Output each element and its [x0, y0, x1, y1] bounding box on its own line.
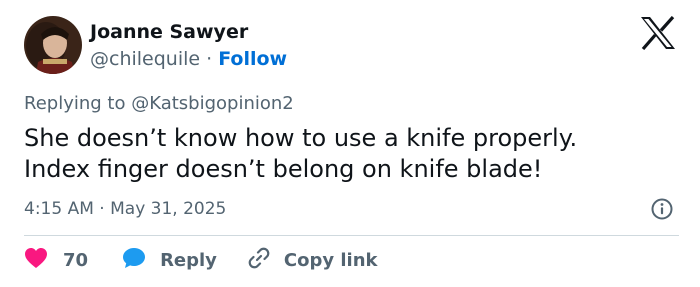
tweet-time: 4:15 AM [24, 199, 94, 219]
action-bar: 70 Reply Copy link [24, 247, 378, 273]
heart-icon [24, 247, 48, 273]
copy-link-button[interactable]: Copy link [247, 246, 378, 274]
like-count: 70 [63, 249, 89, 271]
divider [24, 235, 679, 236]
time-separator: · [93, 199, 111, 219]
follow-button[interactable]: Follow [218, 48, 287, 70]
reply-mention[interactable]: @Katsbigopinion2 [131, 93, 294, 114]
replying-to: Replying to @Katsbigopinion2 [24, 93, 294, 114]
link-icon [247, 246, 271, 274]
timestamp[interactable]: 4:15 AM · May 31, 2025 [24, 199, 226, 219]
speech-bubble-icon [122, 247, 146, 273]
avatar[interactable] [24, 16, 82, 74]
handle-separator: · [200, 48, 219, 70]
tweet-line: She doesn’t know how to use a knife prop… [24, 124, 578, 152]
author-handle-line: @chilequile · Follow [90, 48, 287, 70]
replying-prefix: Replying to [24, 93, 132, 114]
x-logo-icon[interactable] [640, 15, 676, 51]
tweet-date: May 31, 2025 [110, 199, 227, 219]
tweet-text: She doesn’t know how to use a knife prop… [24, 123, 664, 185]
author-handle[interactable]: @chilequile [90, 48, 200, 70]
info-icon[interactable] [651, 198, 673, 220]
reply-button[interactable]: Reply [122, 247, 217, 273]
like-button[interactable]: 70 [24, 247, 88, 273]
tweet-line: Index finger doesn’t belong on knife bla… [24, 155, 543, 183]
copy-link-label: Copy link [283, 249, 378, 271]
author-name[interactable]: Joanne Sawyer [90, 21, 248, 43]
reply-label: Reply [160, 249, 217, 271]
